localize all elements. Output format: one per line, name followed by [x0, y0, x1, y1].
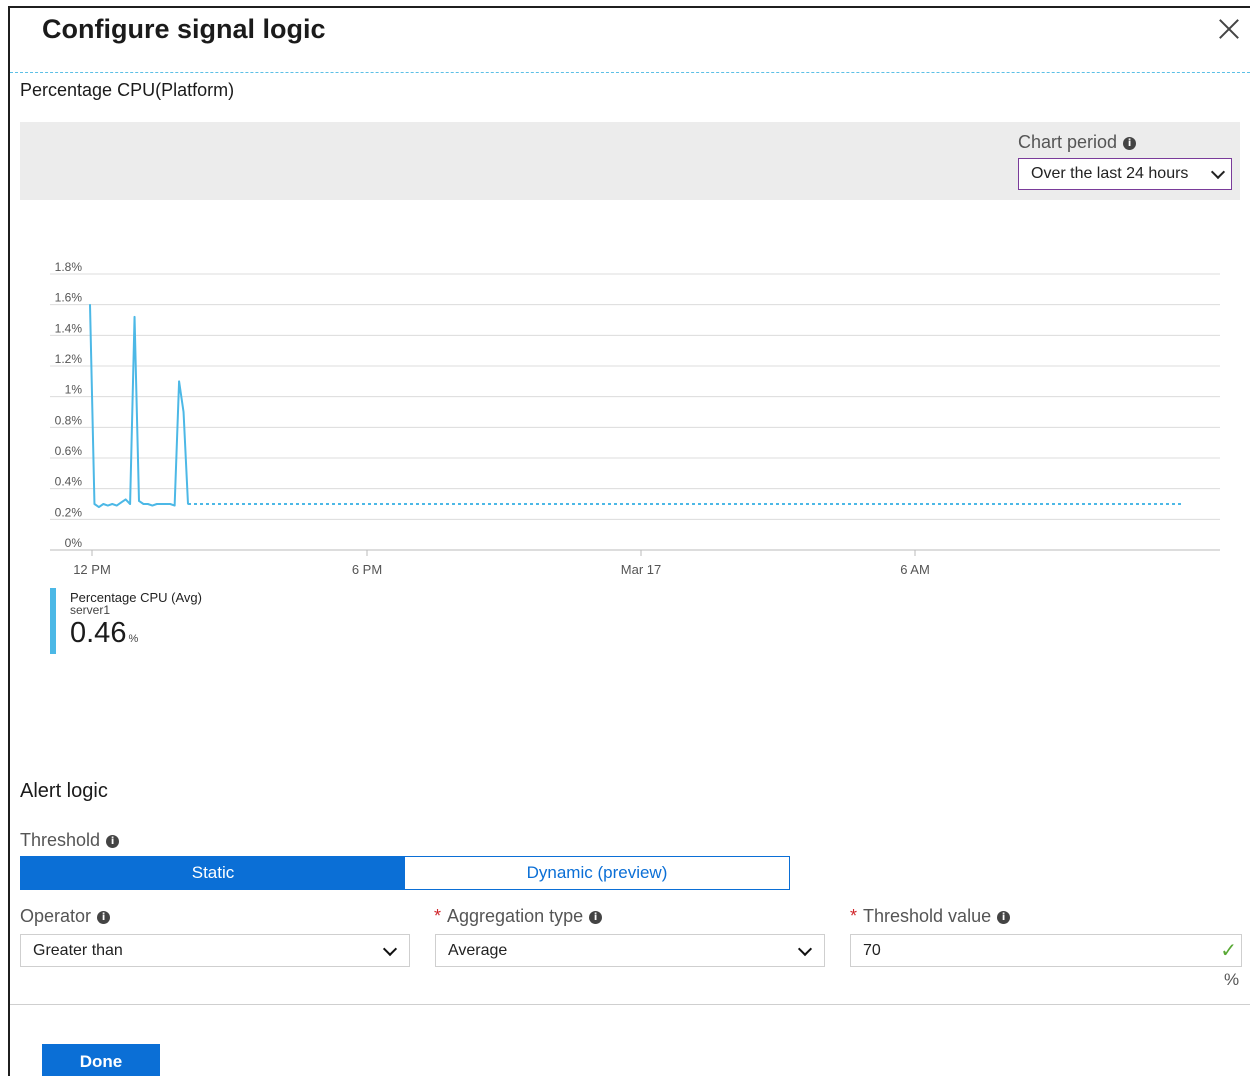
data-point [169, 503, 171, 505]
panel-header: Configure signal logic [10, 8, 1250, 73]
chart-period-bar: Chart period i Over the last 24 hours [20, 122, 1240, 200]
threshold-value-label-text: Threshold value [863, 906, 992, 926]
legend-value: 0.46 [70, 617, 127, 649]
required-marker: * [434, 906, 442, 926]
info-icon[interactable]: i [997, 910, 1011, 924]
y-tick-label: 0.4% [55, 475, 83, 489]
operator-value: Greater than [33, 942, 123, 959]
metric-title: Percentage CPU(Platform) [20, 80, 235, 100]
y-tick-label: 0% [65, 536, 83, 550]
dynamic-option[interactable]: Dynamic (preview) [405, 857, 789, 889]
aggregation-type-label: * Aggregation type i [434, 906, 603, 927]
legend-resource: server1 [70, 603, 111, 617]
data-point [147, 503, 149, 505]
close-icon[interactable] [1214, 14, 1244, 44]
data-point [151, 504, 154, 507]
threshold-unit: % [1224, 970, 1240, 989]
x-tick-label: 6 PM [352, 562, 382, 577]
data-point [98, 506, 100, 508]
threshold-value-input[interactable]: 70 ✓ [850, 934, 1242, 967]
data-point [107, 504, 109, 507]
info-icon[interactable]: i [97, 910, 111, 924]
signal-logic-panel: Configure signal logic Percentage CPU(Pl… [8, 6, 1250, 1076]
y-tick-label: 1.2% [55, 352, 83, 366]
required-marker: * [850, 906, 858, 926]
x-tick-label: Mar 17 [621, 562, 661, 577]
operator-label-text: Operator [20, 906, 92, 926]
alert-logic-heading: Alert logic [20, 780, 108, 802]
legend-unit: % [128, 633, 139, 645]
chart-period-value: Over the last 24 hours [1031, 165, 1189, 182]
data-point [111, 503, 114, 505]
chart-legend[interactable]: Percentage CPU (Avg) server1 0.46% [50, 588, 202, 654]
checkmark-icon: ✓ [1220, 938, 1237, 962]
info-icon[interactable]: i [589, 910, 603, 924]
threshold-value: 70 [863, 942, 881, 959]
chart-period-label-text: Chart period [1018, 132, 1118, 152]
data-point [156, 503, 158, 505]
info-icon[interactable]: i [1123, 136, 1137, 150]
done-button[interactable]: Done [42, 1044, 160, 1076]
threshold-label-text: Threshold [20, 830, 101, 850]
chart-period-label: Chart period i [1018, 132, 1137, 153]
y-tick-label: 1.8% [55, 260, 83, 274]
data-point [124, 498, 127, 501]
aggregation-value: Average [448, 942, 508, 959]
data-point [164, 503, 167, 505]
y-tick-label: 0.6% [55, 444, 83, 458]
y-tick-label: 1.6% [55, 291, 83, 305]
static-option[interactable]: Static [21, 857, 405, 889]
aggregation-type-select[interactable]: Average [435, 934, 825, 967]
data-point [93, 503, 96, 505]
data-point [142, 503, 145, 505]
y-tick-label: 0.8% [55, 413, 83, 427]
chevron-down-icon [797, 941, 813, 957]
data-point [133, 316, 136, 318]
threshold-toggle: Static Dynamic (preview) [20, 856, 790, 890]
operator-select[interactable]: Greater than [20, 934, 410, 967]
info-icon[interactable]: i [106, 834, 120, 848]
data-point [115, 504, 118, 507]
data-point [160, 503, 163, 505]
data-point [182, 411, 185, 413]
data-point [120, 501, 122, 504]
data-point [173, 504, 176, 507]
data-point [89, 303, 91, 306]
y-tick-label: 1% [65, 383, 83, 397]
chevron-down-icon [1210, 164, 1226, 180]
threshold-value-label: * Threshold value i [850, 906, 1011, 927]
chart-period-dropdown[interactable]: Over the last 24 hours [1018, 158, 1232, 190]
data-point [138, 500, 140, 502]
data-point [178, 380, 180, 383]
page-title: Configure signal logic [42, 14, 326, 44]
operator-label: Operator i [20, 906, 111, 927]
chevron-down-icon [382, 941, 398, 957]
x-tick-label: 12 PM [73, 562, 111, 577]
aggregation-label-text: Aggregation type [447, 906, 584, 926]
threshold-label: Threshold i [20, 830, 120, 851]
data-point [129, 503, 131, 505]
cpu-line-chart: 1.8% 1.6% 1.4% 1.2% 1% 0.8% 0.6% 0.4% 0.2% 0% 12 P… [50, 260, 1220, 577]
y-tick-label: 1.4% [55, 321, 83, 335]
x-tick-label: 6 AM [900, 562, 930, 577]
y-tick-label: 0.2% [55, 505, 83, 519]
data-point [102, 503, 105, 505]
divider [10, 1004, 1250, 1005]
